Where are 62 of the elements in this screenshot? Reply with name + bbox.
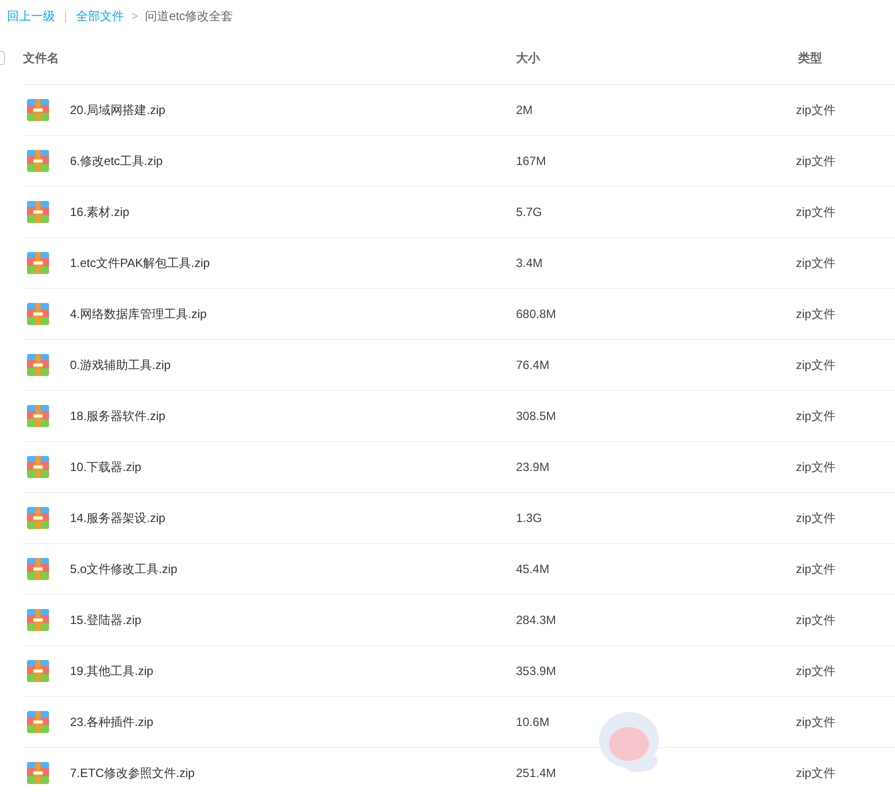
file-name[interactable]: 5.o文件修改工具.zip <box>70 560 516 578</box>
file-name[interactable]: 7.ETC修改参照文件.zip <box>70 764 516 782</box>
file-type: zip文件 <box>796 204 836 221</box>
file-name[interactable]: 14.服务器架设.zip <box>70 509 516 527</box>
file-size: 1.3G <box>516 510 544 527</box>
file-name[interactable]: 16.素材.zip <box>70 203 516 221</box>
file-size: 76.4M <box>516 357 550 374</box>
file-type: zip文件 <box>796 561 836 578</box>
column-header[interactable]: 文件名 <box>23 49 516 67</box>
file-size: 5.7G <box>516 204 544 221</box>
file-type: zip文件 <box>796 306 836 323</box>
file-name[interactable]: 6.修改etc工具.zip <box>70 152 516 170</box>
zip-file-icon <box>27 354 49 376</box>
file-type: zip文件 <box>796 714 836 731</box>
column-header[interactable]: 类型 <box>798 49 822 67</box>
file-size: 3.4M <box>516 255 544 272</box>
file-size: 353.9M <box>516 663 558 680</box>
file-size: 23.9M <box>516 459 550 476</box>
file-size: 251.4M <box>516 765 558 782</box>
file-size: 308.5M <box>516 408 558 425</box>
zip-file-icon <box>27 99 49 121</box>
zip-file-icon <box>27 150 49 172</box>
file-type: zip文件 <box>796 612 836 629</box>
zip-file-icon <box>27 252 49 274</box>
zip-file-icon <box>27 609 49 631</box>
file-name[interactable]: 20.局域网搭建.zip <box>70 101 516 119</box>
column-header[interactable]: 大小 <box>516 49 798 67</box>
zip-file-icon <box>27 303 49 325</box>
file-name[interactable]: 19.其他工具.zip <box>70 662 516 680</box>
file-type: zip文件 <box>796 765 836 782</box>
file-type: zip文件 <box>796 663 836 680</box>
zip-file-icon <box>27 711 49 733</box>
file-size: 284.3M <box>516 612 558 629</box>
file-size: 167M <box>516 153 548 170</box>
file-name[interactable]: 23.各种插件.zip <box>70 713 516 731</box>
zip-file-icon <box>27 201 49 223</box>
file-name[interactable]: 4.网络数据库管理工具.zip <box>70 305 516 323</box>
file-type: zip文件 <box>796 459 836 476</box>
file-size: 680.8M <box>516 306 558 323</box>
zip-file-icon <box>27 456 49 478</box>
file-type: zip文件 <box>796 153 836 170</box>
breadcrumb-link[interactable]: 问道etc修改全套 <box>145 7 234 25</box>
zip-file-icon <box>27 507 49 529</box>
file-type: zip文件 <box>796 510 836 527</box>
file-name[interactable]: 15.登陆器.zip <box>70 611 516 629</box>
file-type: zip文件 <box>796 357 836 374</box>
chevron: > <box>131 8 138 25</box>
file-size: 2M <box>516 102 534 119</box>
file-type: zip文件 <box>796 408 836 425</box>
file-name[interactable]: 10.下载器.zip <box>70 458 516 476</box>
file-type: zip文件 <box>796 255 836 272</box>
separator: | <box>64 8 68 25</box>
zip-file-icon <box>27 660 49 682</box>
file-size: 10.6M <box>516 714 550 731</box>
file-name[interactable]: 1.etc文件PAK解包工具.zip <box>70 254 516 272</box>
zip-file-icon <box>27 762 49 784</box>
file-size: 45.4M <box>516 561 550 578</box>
zip-file-icon <box>27 405 49 427</box>
zip-file-icon <box>27 558 49 580</box>
file-name[interactable]: 18.服务器软件.zip <box>70 407 516 425</box>
file-name[interactable]: 0.游戏辅助工具.zip <box>70 356 516 374</box>
file-type: zip文件 <box>796 102 836 119</box>
